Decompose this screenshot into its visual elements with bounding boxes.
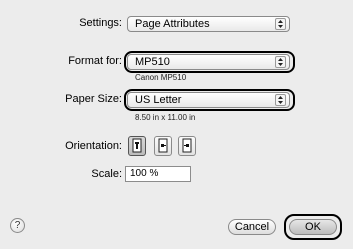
orientation-portrait-button[interactable] — [128, 136, 146, 156]
paper-dimensions: 8.50 in x 11.00 in — [135, 113, 196, 122]
landscape-right-icon — [179, 138, 195, 159]
format-for-printer: Canon MP510 — [135, 73, 187, 82]
settings-label: Settings: — [79, 17, 122, 29]
scale-input[interactable]: 100 % — [125, 166, 191, 182]
ok-button-highlight — [284, 214, 342, 240]
help-button[interactable]: ? — [10, 218, 25, 233]
portrait-icon — [129, 138, 145, 159]
page-setup-dialog: Settings: Page Attributes Format for: MP… — [0, 0, 353, 249]
orientation-landscape-right-button[interactable] — [178, 136, 196, 156]
cancel-button[interactable]: Cancel — [228, 219, 276, 235]
paper-size-highlight — [124, 89, 295, 111]
paper-size-label: Paper Size: — [65, 93, 122, 105]
settings-value: Page Attributes — [135, 18, 210, 30]
orientation-landscape-left-button[interactable] — [154, 136, 172, 156]
settings-popup[interactable]: Page Attributes — [127, 16, 290, 32]
format-for-highlight — [124, 51, 295, 73]
scale-label: Scale: — [91, 168, 122, 180]
landscape-left-icon — [155, 138, 171, 159]
orientation-label: Orientation: — [65, 140, 122, 152]
format-for-label: Format for: — [68, 55, 122, 67]
popup-arrows-icon — [275, 18, 286, 30]
